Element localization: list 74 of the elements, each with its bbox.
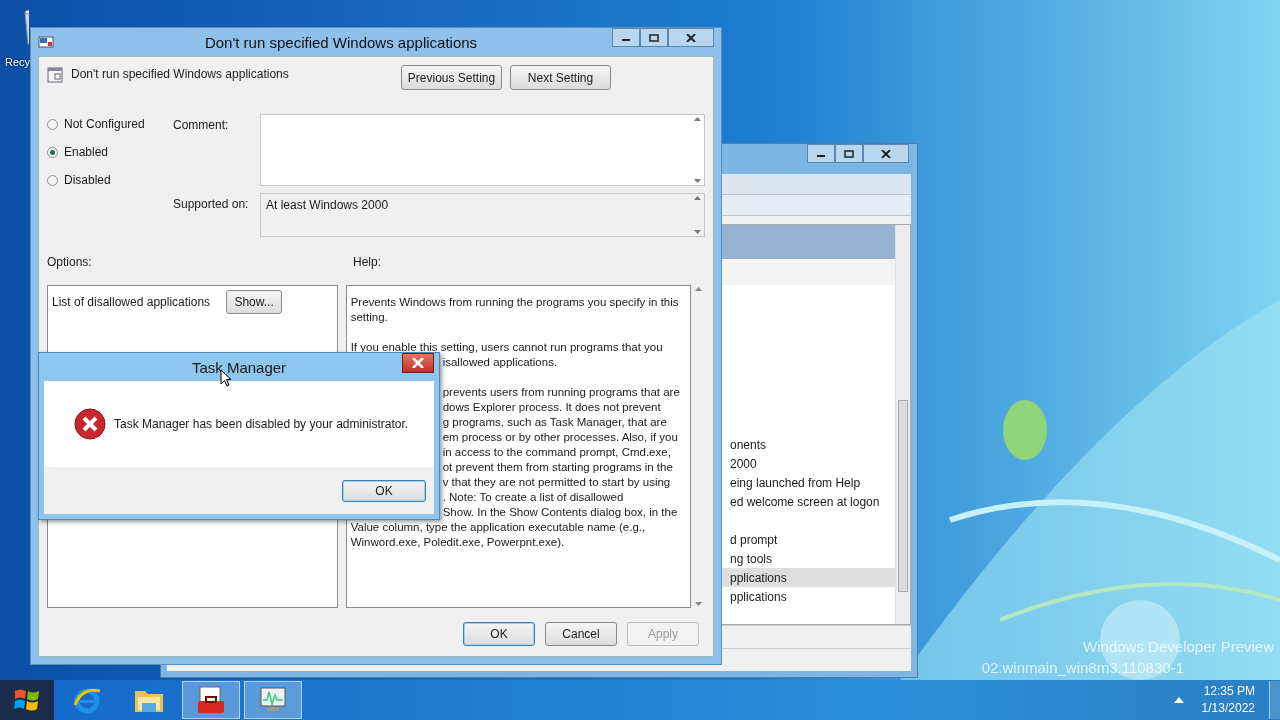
- desktop-icon-label[interactable]: Recy: [5, 56, 31, 68]
- help-text-line: Winword.exe, Poledit.exe, Powerpnt.exe).: [350, 536, 565, 548]
- help-text-line: in access to the command prompt, Cmd.exe,: [442, 446, 671, 458]
- list-item[interactable]: pplications: [730, 570, 787, 585]
- flag-icon: [13, 687, 41, 713]
- help-text-line: Value column, type the application executable name (e.g.,: [350, 521, 646, 533]
- close-button[interactable]: [402, 353, 434, 373]
- watermark-text: 02.winmain_win8m3.110830-1: [981, 658, 1184, 678]
- toolbox-icon: [195, 685, 227, 715]
- nav-button[interactable]: Next Setting: [510, 65, 611, 90]
- setting-name: Don't run specified Windows applications: [71, 66, 289, 81]
- list-item[interactable]: ng tools: [730, 551, 773, 566]
- help-text-line: isallowed applications.: [442, 356, 558, 368]
- setting-icon: [47, 67, 63, 83]
- scrollbar[interactable]: [895, 225, 910, 624]
- radio-option[interactable]: Enabled: [47, 144, 173, 160]
- help-text-line: If you enable this setting, users cannot run programs that you: [350, 341, 663, 353]
- help-text-line: v that they are not permitted to start by using: [442, 476, 671, 488]
- minimize-button[interactable]: [807, 144, 835, 163]
- supported-field: At least Windows 2000: [260, 193, 705, 237]
- help-text-line: ot prevent them from starting programs in the: [442, 461, 673, 473]
- list-item[interactable]: pplications: [730, 589, 787, 604]
- dialog-title: Task Manager: [191, 358, 287, 376]
- maximize-icon: [844, 149, 854, 158]
- help-text-line: Show. In the Show Contents dialog box, in the: [442, 506, 678, 518]
- option-label: List of disallowed applications: [52, 295, 211, 309]
- comment-field[interactable]: [260, 114, 705, 186]
- close-icon: [686, 33, 696, 42]
- list-item[interactable]: d prompt: [730, 532, 778, 547]
- help-text-line: Prevents Windows from running the programs you specify in this: [350, 296, 679, 308]
- start-button[interactable]: [0, 680, 54, 720]
- scroll-down-icon[interactable]: [693, 179, 701, 183]
- help-text-line: dows Explorer process. It does not prevent: [442, 401, 661, 413]
- taskbar-button[interactable]: [182, 681, 240, 719]
- maximize-icon: [649, 33, 659, 42]
- ok-button[interactable]: OK: [342, 479, 426, 502]
- maximize-button[interactable]: [640, 28, 668, 47]
- error-message: Task Manager has been disabled by your administrator.: [114, 417, 409, 431]
- help-text-line: . Note: To create a list of disallowed: [442, 491, 624, 503]
- options-label: Options:: [47, 255, 93, 271]
- close-button[interactable]: [668, 28, 714, 47]
- supported-label: Supported on:: [173, 196, 250, 213]
- error-icon: [74, 408, 106, 440]
- close-icon: [881, 149, 891, 158]
- help-text-line: setting.: [350, 311, 388, 323]
- comment-label: Comment:: [173, 117, 230, 134]
- close-button[interactable]: [863, 144, 909, 163]
- app-icon: [38, 34, 54, 50]
- scroll-down-icon[interactable]: [694, 602, 702, 606]
- nav-button[interactable]: Previous Setting: [401, 65, 502, 90]
- list-item[interactable]: eing launched from Help: [730, 475, 861, 490]
- show-hidden-icons-icon[interactable]: [1173, 697, 1184, 703]
- help-text-line: em process or by other processes. Also, if you: [442, 431, 678, 443]
- show-button[interactable]: Show...: [226, 290, 283, 314]
- list-item[interactable]: onents: [730, 437, 767, 452]
- radio-option[interactable]: Not Configured: [47, 116, 173, 132]
- scroll-up-icon[interactable]: [694, 287, 702, 291]
- list-item[interactable]: ed welcome screen at logon: [730, 494, 880, 509]
- maximize-button[interactable]: [835, 144, 863, 163]
- scroll-up-icon[interactable]: [693, 117, 701, 121]
- list-item[interactable]: 2000: [730, 456, 757, 471]
- help-text-line: g programs, such as Task Manager, that are: [442, 416, 667, 428]
- help-text-line: prevents users from running programs that are: [442, 386, 680, 398]
- dialog-button[interactable]: Cancel: [545, 622, 617, 646]
- scroll-down-icon[interactable]: [693, 230, 701, 234]
- minimize-button[interactable]: [612, 28, 640, 47]
- close-icon: [412, 358, 424, 368]
- dialog-button[interactable]: OK: [463, 622, 535, 646]
- watermark-text: Windows Developer Preview: [1083, 637, 1274, 657]
- clock-date[interactable]: 1/13/2022: [1201, 700, 1255, 717]
- help-label: Help:: [353, 255, 381, 271]
- clock-time[interactable]: 12:35 PM: [1203, 683, 1255, 700]
- window-title: Don't run specified Windows applications: [203, 33, 479, 51]
- radio-option[interactable]: Disabled: [47, 172, 173, 188]
